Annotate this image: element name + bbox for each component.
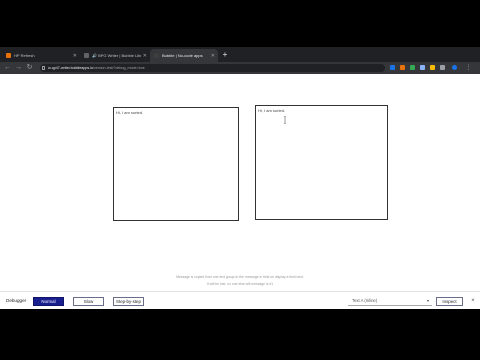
tab-bubble-no-code-apps[interactable]: Bubble | No-code apps ✕ (150, 49, 218, 62)
video-letterbox-bottom (0, 309, 480, 360)
back-arrow-icon[interactable]: ← (3, 63, 12, 73)
tab-label: 🔊 BPG Writer | Bubble Library (92, 53, 141, 58)
text-cursor-icon (284, 116, 286, 124)
hint-line-1: Message is copied from one text group to… (176, 275, 304, 279)
debugger-label: Debugger (6, 298, 27, 303)
hint-line-2: It will be lost, no one else will messag… (206, 282, 274, 286)
url-path: /version-test/?debug_mode=true (92, 66, 145, 70)
step-by-step-button[interactable]: Step-by-step (113, 297, 144, 306)
extension-icon[interactable] (440, 65, 445, 70)
extension-icon[interactable] (410, 65, 415, 70)
chevron-down-icon: ▾ (426, 298, 429, 303)
address-bar[interactable]: w-qp47-writer.bubbleapps.io/version-test… (40, 64, 385, 72)
lock-icon (42, 66, 45, 70)
tab-close-icon[interactable]: ✕ (143, 53, 147, 59)
url-host: w-qp47-writer.bubbleapps.io (48, 66, 93, 70)
browser-toolbar: ← → ↻ w-qp47-writer.bubbleapps.io/versio… (0, 62, 480, 74)
text-box-right[interactable]: Hi, I am sorted. (255, 105, 388, 220)
browser-menu-icon[interactable]: ⋮ (464, 63, 473, 73)
tab-label: HP Refresh (14, 53, 35, 58)
text-box-left[interactable]: Hi, I am sorted. (113, 107, 239, 221)
slow-mode-button[interactable]: Slow (73, 297, 104, 306)
close-debugger-icon[interactable]: × (470, 298, 476, 304)
page-viewport: Hi, I am sorted. Hi, I am sorted. Messag… (0, 74, 480, 291)
reload-icon[interactable]: ↻ (25, 63, 34, 73)
extension-icon[interactable] (420, 65, 425, 70)
tab-bpg-writer[interactable]: 🔊 BPG Writer | Bubble Library ✕ (80, 49, 150, 62)
left-box-text: Hi, I am sorted. (116, 110, 144, 115)
extension-icon[interactable] (400, 65, 405, 70)
tab-favicon-icon (154, 53, 159, 58)
tab-favicon-icon (6, 53, 11, 58)
browser-tab-strip: HP Refresh ✕ 🔊 BPG Writer | Bubble Libra… (0, 47, 480, 62)
inspect-button[interactable]: Inspect (436, 297, 463, 306)
extension-icon[interactable] (390, 65, 395, 70)
normal-mode-button[interactable]: Normal (33, 297, 64, 306)
tab-favicon-icon (84, 53, 89, 58)
forward-arrow-icon[interactable]: → (14, 63, 23, 73)
tab-close-icon[interactable]: ✕ (211, 53, 215, 59)
element-select-value: Text A (Inline) (352, 298, 378, 303)
profile-avatar-icon[interactable] (452, 65, 457, 70)
debugger-panel: Debugger Normal Slow Step-by-step Text A… (0, 291, 480, 309)
tab-label: Bubble | No-code apps (162, 53, 203, 58)
tab-close-icon[interactable]: ✕ (73, 53, 77, 59)
extension-icon[interactable] (430, 65, 435, 70)
element-select-dropdown[interactable]: Text A (Inline) ▾ (348, 297, 432, 306)
video-letterbox-top (0, 0, 480, 47)
tab-hp-refresh[interactable]: HP Refresh ✕ (2, 49, 80, 62)
right-box-text: Hi, I am sorted. (258, 108, 286, 113)
new-tab-icon[interactable]: + (221, 50, 229, 59)
